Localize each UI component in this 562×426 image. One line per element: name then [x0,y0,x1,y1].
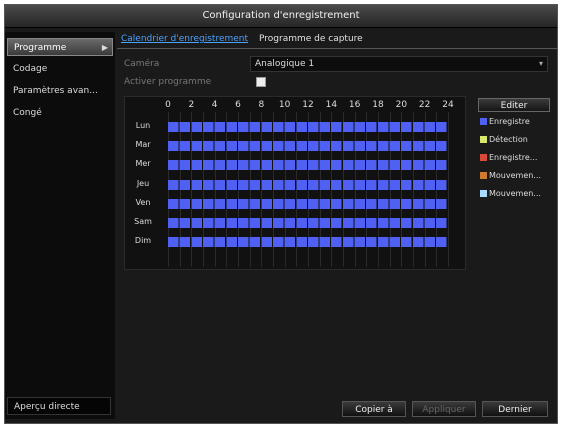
tab-capture-schedule[interactable]: Programme de capture [259,34,363,44]
legend-swatch [480,118,487,125]
grid-line [448,112,449,267]
hour-label: 20 [395,100,408,110]
schedule-row-bar[interactable] [168,141,448,152]
schedule-row-bar[interactable] [168,198,448,209]
hour-label: 10 [278,100,291,110]
legend-swatch [480,172,487,179]
schedule-row-bar[interactable] [168,179,448,190]
sidebar-item-codage[interactable]: Codage [7,60,113,78]
activate-schedule-checkbox[interactable] [256,77,266,87]
sidebar-item-label: Paramètres avan... [13,86,98,96]
schedule-row-bar[interactable] [168,160,448,171]
sidebar-item-holiday[interactable]: Congé [7,104,113,122]
legend-label: Mouvemen... [489,171,541,180]
back-button[interactable]: Dernier [482,401,548,417]
day-label: Sam [134,217,152,226]
hour-label: 22 [418,100,431,110]
window-title: Configuration d'enregistrement [5,5,557,28]
hour-label: 18 [372,100,384,110]
hour-label: 6 [235,100,241,110]
sidebar-item-label: Congé [13,108,42,118]
sidebar-item-label: Codage [13,64,48,74]
hour-label: 8 [258,100,265,110]
hour-label: 24 [442,100,454,110]
legend-label: Mouvemen... [489,189,541,198]
sidebar: Programme ▶ Codage Paramètres avan... Co… [5,32,115,419]
legend-swatch [480,154,487,161]
hour-label: 4 [211,100,218,110]
activate-schedule-label: Activer programme [124,77,212,87]
camera-select[interactable]: Analogique 1 ▾ [250,56,548,72]
tab-recording-calendar[interactable]: Calendrier d'enregistrement [121,34,248,44]
day-label: Lun [135,121,151,130]
camera-select-value: Analogique 1 [255,59,315,69]
schedule-row-bar[interactable] [168,122,448,132]
live-view-button[interactable]: Aperçu directe [7,397,111,415]
day-label: Dim [134,236,152,246]
edit-button[interactable]: Editer [478,98,550,112]
day-label: Mar [135,140,151,150]
legend-label: Enregistre [489,117,530,126]
sidebar-item-advanced[interactable]: Paramètres avan... [7,82,113,100]
legend-label: Enregistre... [489,153,538,162]
sidebar-item-programme[interactable]: Programme ▶ [7,38,113,56]
day-label: Ven [135,197,151,207]
day-label: Mer [135,159,151,169]
legend-item: Détection [480,134,528,146]
hour-label: 0 [165,100,171,110]
chevron-right-icon: ▶ [101,43,108,52]
legend-label: Détection [489,135,528,144]
chevron-down-icon: ▾ [538,59,543,68]
legend-item: Enregistre... [480,152,537,164]
hour-label: 16 [348,100,361,110]
tab-bar: Calendrier d'enregistrement Programme de… [117,32,557,49]
legend-swatch [480,136,487,143]
schedule-row-bar[interactable] [168,218,448,228]
legend-swatch [480,190,487,197]
hour-label: 12 [302,100,314,110]
day-label: Jeu [136,178,150,188]
legend-item: Enregistre [480,116,530,128]
camera-label: Caméra [124,59,160,69]
legend-item: Mouvemen... [480,170,541,182]
legend-item: Mouvemen... [480,188,541,200]
schedule-row-bar[interactable] [168,237,448,248]
copy-to-button[interactable]: Copier à [342,401,406,417]
sidebar-item-label: Programme [14,43,67,53]
apply-button[interactable]: Appliquer [412,401,476,417]
hour-label: 2 [188,100,195,110]
hour-label: 14 [325,100,338,110]
